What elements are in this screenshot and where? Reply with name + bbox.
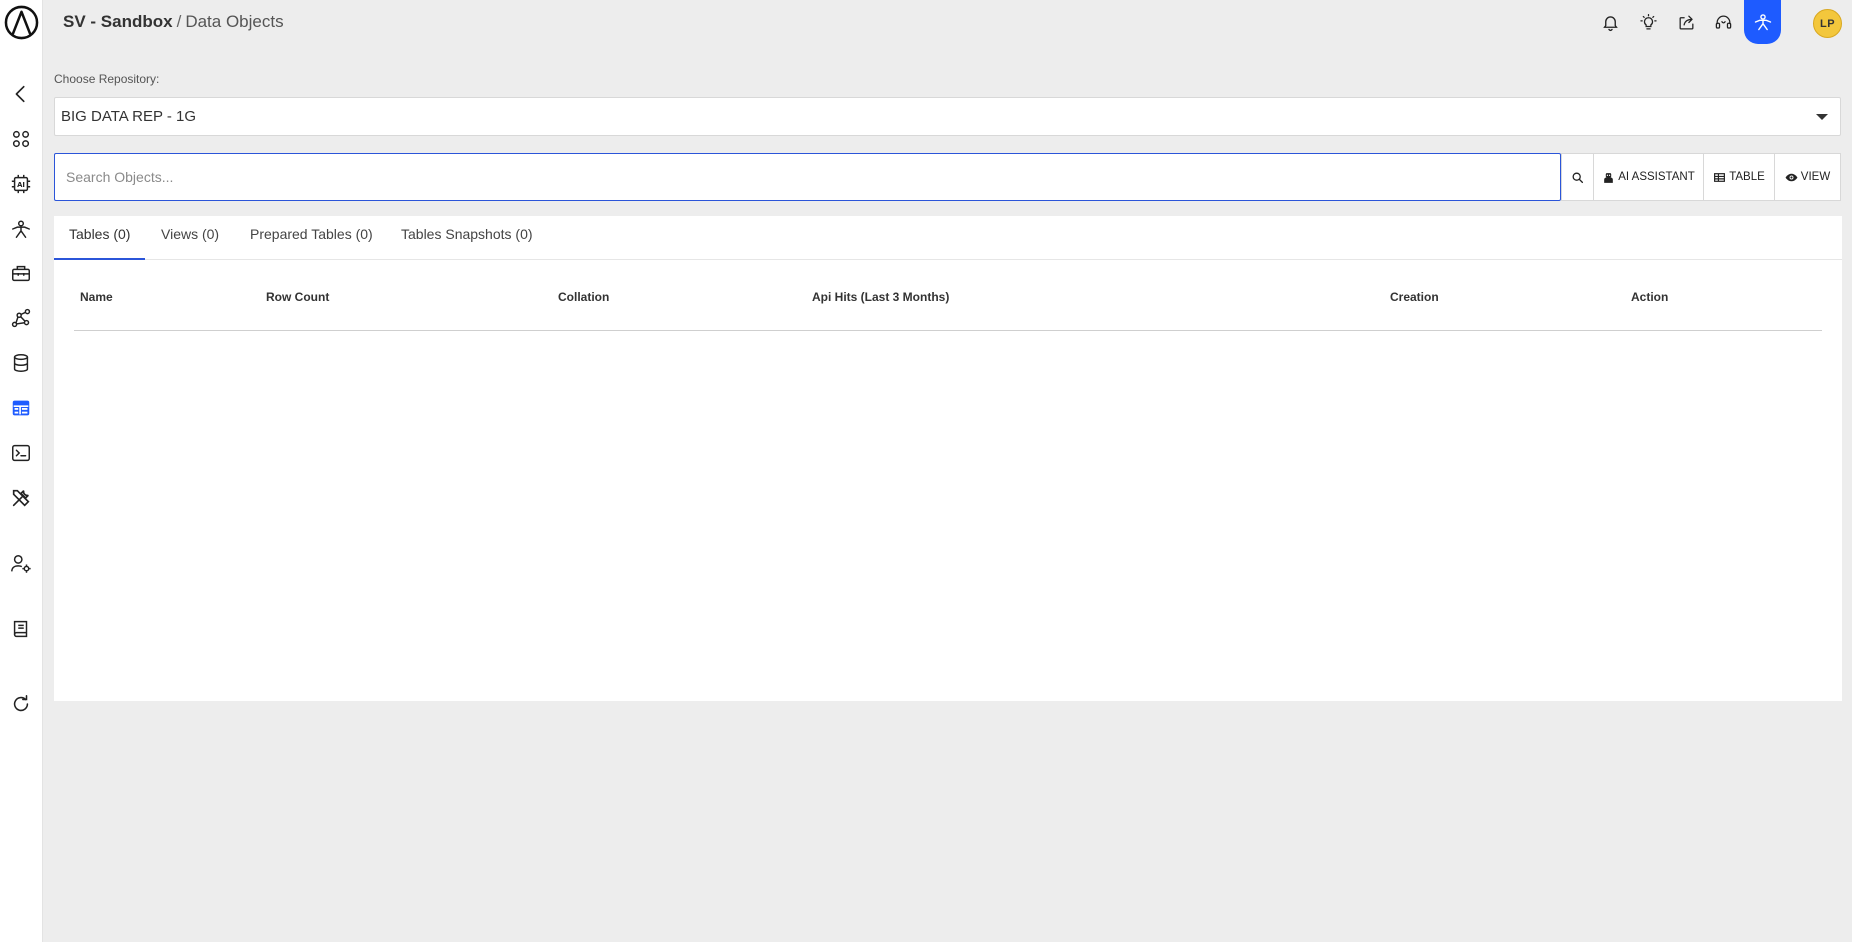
view-button-label: VIEW — [1800, 171, 1831, 183]
user-settings-icon[interactable] — [8, 551, 34, 577]
lightbulb-icon[interactable] — [1636, 10, 1660, 34]
repository-select[interactable]: BIG DATA REP - 1G — [54, 97, 1841, 136]
search-icon — [1572, 172, 1584, 183]
object-tabs: Tables (0) Views (0) Prepared Tables (0)… — [54, 216, 1842, 260]
ai-assistant-button[interactable]: AI ASSISTANT — [1593, 154, 1703, 200]
search-input[interactable] — [54, 153, 1561, 201]
avatar[interactable]: LP — [1813, 9, 1842, 38]
pipeline-icon[interactable] — [8, 305, 34, 331]
tab-views[interactable]: Views (0) — [146, 216, 234, 260]
search-action-group: AI ASSISTANT TABLE VIEW — [1561, 153, 1841, 201]
eye-icon — [1785, 173, 1798, 181]
apps-icon[interactable] — [8, 126, 34, 152]
back-icon[interactable] — [8, 81, 34, 107]
topbar: SV - Sandbox / Data Objects LP — [43, 0, 1852, 44]
page-title: Data Objects — [185, 12, 284, 31]
column-header-row-count[interactable]: Row Count — [266, 290, 329, 304]
repository-selected-value: BIG DATA REP - 1G — [61, 108, 197, 125]
bell-icon[interactable] — [1598, 10, 1622, 34]
objects-panel: Tables (0) Views (0) Prepared Tables (0)… — [54, 216, 1842, 701]
column-header-api-hits[interactable]: Api Hits (Last 3 Months) — [812, 290, 949, 304]
person-pose-icon[interactable] — [8, 216, 34, 242]
view-button[interactable]: VIEW — [1774, 154, 1840, 200]
terminal-icon[interactable] — [8, 440, 34, 466]
breadcrumb: SV - Sandbox / Data Objects — [63, 12, 284, 32]
tab-tables-snapshots[interactable]: Tables Snapshots (0) — [386, 216, 548, 260]
book-icon[interactable] — [8, 616, 34, 642]
table-button[interactable]: TABLE — [1703, 154, 1774, 200]
refresh-icon[interactable] — [8, 691, 34, 717]
repository-label: Choose Repository: — [54, 72, 160, 86]
column-header-creation[interactable]: Creation — [1390, 290, 1439, 304]
breadcrumb-separator: / — [176, 12, 182, 31]
share-icon[interactable] — [1674, 10, 1698, 34]
table-button-label: TABLE — [1729, 171, 1765, 183]
database-icon[interactable] — [8, 350, 34, 376]
tab-prepared-tables[interactable]: Prepared Tables (0) — [235, 216, 388, 260]
tab-tables[interactable]: Tables (0) — [54, 216, 145, 260]
breadcrumb-project[interactable]: SV - Sandbox — [63, 12, 173, 31]
dropdown-caret-icon — [1816, 114, 1828, 120]
table-grid-icon — [1714, 172, 1726, 182]
app-logo[interactable] — [4, 5, 39, 40]
column-header-collation[interactable]: Collation — [558, 290, 609, 304]
ai-chip-icon[interactable]: AI — [8, 171, 34, 197]
user-pose-icon[interactable] — [1744, 0, 1781, 44]
toolbox-icon[interactable] — [8, 260, 34, 286]
ai-assistant-label: AI ASSISTANT — [1618, 171, 1695, 183]
table-icon[interactable] — [8, 395, 34, 421]
svg-text:AI: AI — [17, 181, 25, 189]
sidebar: AI — [0, 0, 43, 942]
tools-icon[interactable] — [8, 485, 34, 511]
column-header-action[interactable]: Action — [1631, 290, 1668, 304]
column-header-name[interactable]: Name — [80, 290, 113, 304]
robot-icon — [1604, 172, 1614, 183]
table-header: Name Row Count Collation Api Hits (Last … — [74, 276, 1822, 331]
headset-icon[interactable] — [1711, 10, 1735, 34]
search-button[interactable] — [1561, 154, 1593, 200]
